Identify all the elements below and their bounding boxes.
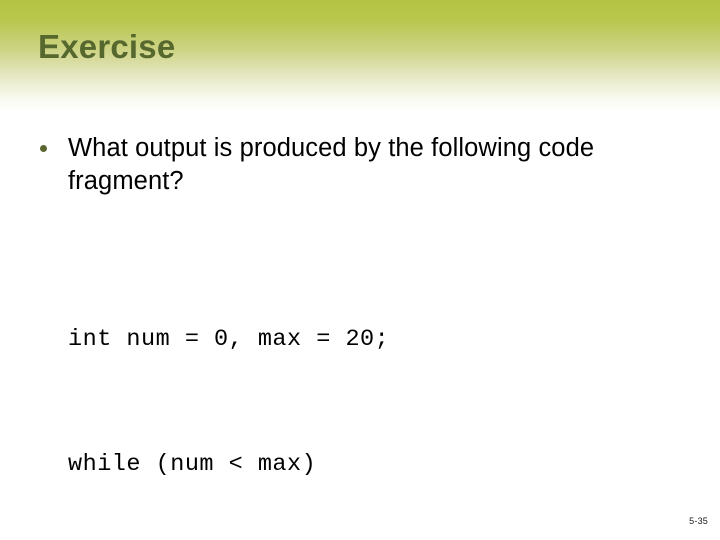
page-title: Exercise: [38, 28, 176, 65]
bullet-list: What output is produced by the following…: [40, 132, 660, 197]
bullet-item-label: What output is produced by the following…: [68, 134, 595, 195]
bullet-point-icon: [40, 132, 68, 152]
code-line-1: int num = 0, max = 20;: [68, 325, 390, 353]
page-number: 5-35: [689, 516, 708, 526]
presentation-slide: Exercise What output is produced by the …: [0, 0, 720, 540]
code-fragment: int num = 0, max = 20; while (num < max)…: [68, 235, 462, 540]
list-item: What output is produced by the following…: [40, 132, 660, 197]
code-line-2: while (num < max): [68, 451, 317, 479]
slide-body: What output is produced by the following…: [0, 112, 720, 540]
